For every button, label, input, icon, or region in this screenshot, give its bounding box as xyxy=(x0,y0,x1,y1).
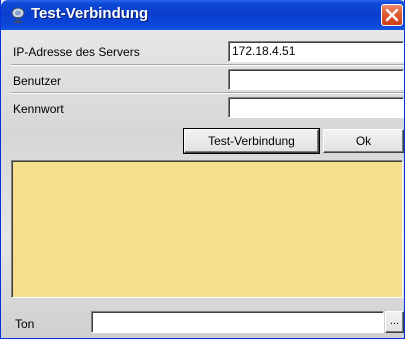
satellite-dish-icon xyxy=(11,7,25,23)
sound-file-input[interactable] xyxy=(91,311,384,333)
password-input[interactable] xyxy=(228,97,404,118)
test-connection-dialog: Test-Verbindung IP-Adresse des Servers 1… xyxy=(0,0,405,339)
user-label: Benutzer xyxy=(13,74,62,88)
password-label: Kennwort xyxy=(13,102,64,116)
server-ip-label: IP-Adresse des Servers xyxy=(13,45,140,59)
close-icon xyxy=(385,8,399,22)
log-output[interactable] xyxy=(11,160,403,298)
divider xyxy=(11,64,404,66)
ok-button[interactable]: Ok xyxy=(323,129,404,153)
browse-button[interactable]: ... xyxy=(385,311,404,333)
window-title: Test-Verbindung xyxy=(31,5,149,22)
close-button[interactable] xyxy=(381,4,403,26)
title-bar[interactable]: Test-Verbindung xyxy=(1,0,405,30)
test-connection-button[interactable]: Test-Verbindung xyxy=(183,128,320,154)
server-ip-input[interactable]: 172.18.4.51 xyxy=(228,41,404,62)
user-input[interactable] xyxy=(228,69,404,90)
sound-label: Ton xyxy=(15,317,35,331)
divider xyxy=(11,92,404,94)
